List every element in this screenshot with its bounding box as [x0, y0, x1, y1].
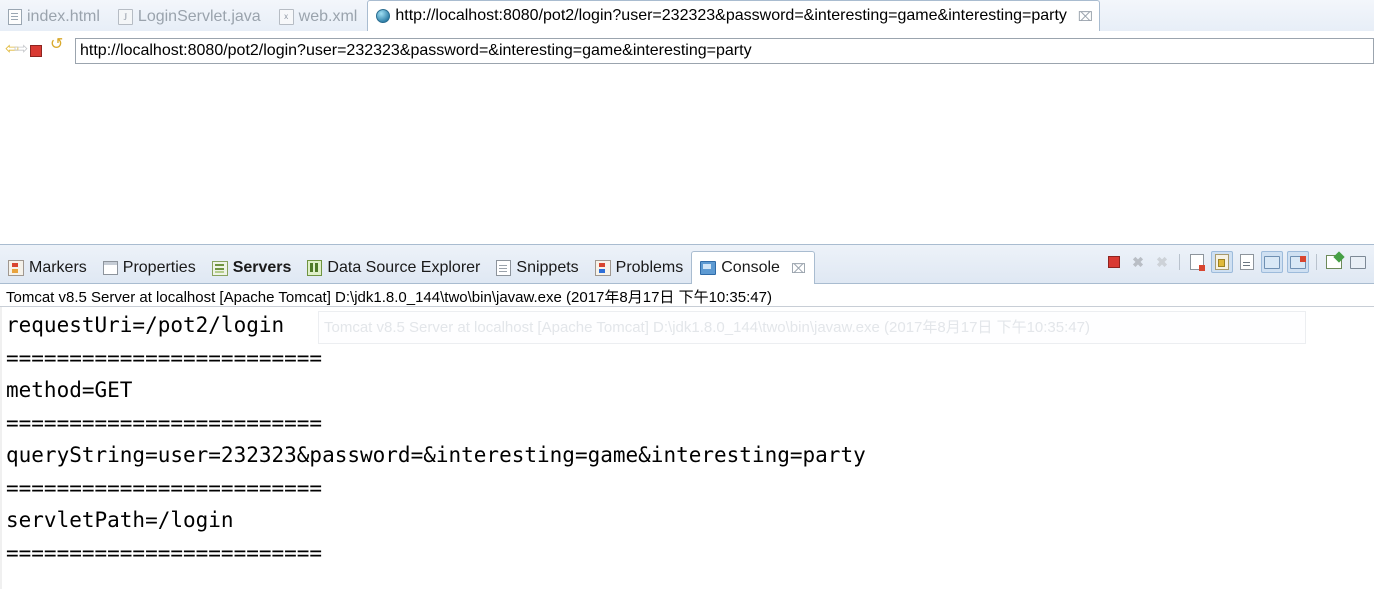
close-icon[interactable]: ⌧: [791, 262, 806, 275]
display-selected-console-button[interactable]: [1348, 252, 1368, 272]
console-view-toolbar: ✖ ✖: [1104, 251, 1368, 273]
remove-launch-button[interactable]: ✖: [1128, 252, 1148, 272]
url-input[interactable]: http://localhost:8080/pot2/login?user=23…: [75, 37, 1374, 64]
view-tab-problems[interactable]: Problems: [587, 253, 692, 283]
editor-tab-label: index.html: [27, 8, 100, 25]
remove-all-terminated-button[interactable]: ✖: [1152, 252, 1172, 272]
pin-console-button[interactable]: [1324, 252, 1344, 272]
console-output-area[interactable]: requestUri=/pot2/login =================…: [0, 306, 1374, 589]
view-tab-bar: Markers Properties Servers Data Source E…: [0, 245, 1374, 284]
scroll-lock-button[interactable]: [1211, 251, 1233, 273]
pin-icon: [1326, 255, 1342, 269]
editor-tab-loginservlet-java[interactable]: J LoginServlet.java: [110, 3, 271, 31]
xml-file-icon: x: [278, 9, 294, 25]
view-tab-label: Markers: [29, 259, 87, 276]
editor-tab-index-html[interactable]: index.html: [0, 3, 110, 31]
console-launch-description: Tomcat v8.5 Server at localhost [Apache …: [0, 284, 1374, 306]
eclipse-ide-window: index.html J LoginServlet.java x web.xml…: [0, 0, 1374, 589]
browser-nav-icons: [0, 39, 75, 59]
display-console-icon: [1264, 255, 1280, 269]
view-tab-label: Snippets: [516, 259, 579, 276]
view-tab-label: Data Source Explorer: [327, 259, 481, 276]
view-tab-label: Console: [721, 259, 780, 276]
editor-tab-browser-active[interactable]: http://localhost:8080/pot2/login?user=23…: [367, 0, 1100, 31]
view-tab-servers[interactable]: Servers: [204, 253, 300, 283]
clear-console-button[interactable]: [1187, 252, 1207, 272]
show-console-on-error-button[interactable]: [1287, 251, 1309, 273]
view-tab-snippets[interactable]: Snippets: [488, 253, 586, 283]
stop-icon[interactable]: [30, 44, 42, 57]
view-tab-label: Servers: [232, 259, 292, 276]
properties-icon: [102, 261, 118, 275]
browser-page-content: [0, 70, 1374, 244]
scroll-lock-icon: [1215, 254, 1229, 270]
markers-icon: [8, 260, 24, 276]
globe-icon: [376, 9, 391, 23]
servers-icon: [211, 260, 228, 276]
editor-tab-label: web.xml: [298, 8, 358, 25]
view-tab-properties[interactable]: Properties: [95, 253, 204, 283]
display-console-error-icon: [1290, 255, 1306, 269]
data-source-explorer-icon: [307, 260, 323, 276]
toolbar-separator: [1316, 254, 1317, 270]
editor-tab-label: LoginServlet.java: [137, 8, 261, 25]
view-tab-markers[interactable]: Markers: [0, 253, 95, 283]
clear-console-icon: [1190, 254, 1205, 271]
close-icon[interactable]: ⌧: [1078, 10, 1093, 23]
view-tab-label: Problems: [615, 259, 684, 276]
word-wrap-button[interactable]: [1237, 252, 1257, 272]
console-icon: [700, 261, 717, 275]
view-tab-label: Properties: [122, 259, 196, 276]
console-output-text: requestUri=/pot2/login =================…: [6, 313, 866, 565]
word-wrap-icon: [1240, 254, 1254, 270]
html-file-icon: [8, 9, 22, 25]
problems-icon: [594, 260, 611, 276]
bottom-view-panel: Markers Properties Servers Data Source E…: [0, 244, 1374, 589]
view-tab-data-source-explorer[interactable]: Data Source Explorer: [299, 253, 488, 283]
editor-tab-bar: index.html J LoginServlet.java x web.xml…: [0, 0, 1374, 32]
java-file-icon: J: [117, 9, 133, 25]
editor-tab-web-xml[interactable]: x web.xml: [271, 3, 368, 31]
snippets-icon: [496, 260, 512, 276]
remove-all-x-icon: ✖: [1156, 254, 1168, 270]
refresh-icon[interactable]: [51, 44, 65, 58]
browser-toolbar: http://localhost:8080/pot2/login?user=23…: [0, 31, 1374, 71]
remove-x-icon: ✖: [1132, 254, 1144, 270]
monitor-icon: [1350, 255, 1366, 269]
terminate-button[interactable]: [1104, 252, 1124, 272]
toolbar-separator: [1179, 254, 1180, 270]
editor-tab-label: http://localhost:8080/pot2/login?user=23…: [395, 7, 1067, 24]
view-tab-console[interactable]: Console ⌧: [691, 251, 815, 284]
show-console-on-output-button[interactable]: [1261, 251, 1283, 273]
stop-icon: [1108, 256, 1120, 268]
console-left-gutter: [0, 307, 2, 589]
